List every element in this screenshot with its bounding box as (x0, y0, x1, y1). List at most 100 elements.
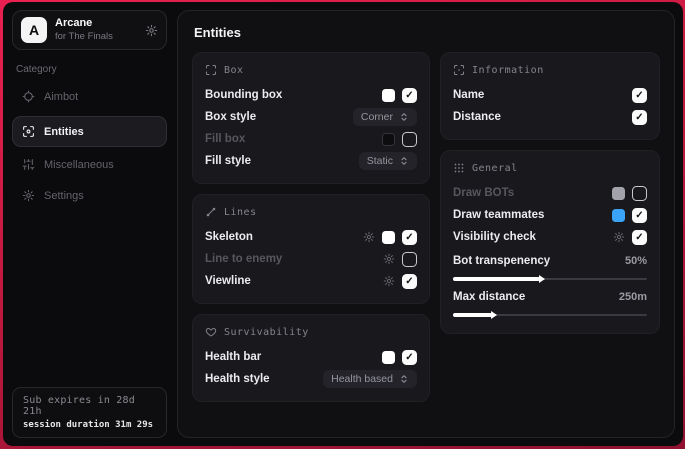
bounding-box-icon (205, 64, 217, 76)
slider-thumb[interactable] (539, 275, 545, 283)
chevrons-up-down-icon (399, 112, 409, 122)
row-settings-gear-icon[interactable] (383, 253, 395, 265)
gear-icon (22, 189, 35, 202)
app-frame: A Arcane for The Finals Category (0, 0, 685, 449)
dropdown-value: Corner (361, 111, 393, 123)
color-swatch[interactable] (612, 209, 625, 222)
card-information: Information Name Distance (440, 52, 660, 140)
chevrons-up-down-icon (399, 156, 409, 166)
setting-row: Bounding box (205, 84, 417, 106)
sidebar-item-entities[interactable]: Entities (12, 116, 167, 147)
setting-row: Line to enemy (205, 248, 417, 270)
card-title: Box (224, 65, 244, 76)
card-survivability-header: Survivability (205, 326, 417, 338)
sidebar-item-settings[interactable]: Settings (12, 181, 167, 210)
app-subtitle: for The Finals (55, 31, 137, 43)
setting-row: Health bar (205, 346, 417, 368)
setting-label: Fill style (205, 155, 251, 167)
setting-label: Bot transpenency (453, 255, 550, 267)
checkbox[interactable] (632, 208, 647, 223)
setting-label: Max distance (453, 291, 525, 303)
checkbox[interactable] (402, 230, 417, 245)
card-box: Box Bounding box Box style (192, 52, 430, 184)
setting-label: Health bar (205, 351, 261, 363)
checkbox[interactable] (402, 252, 417, 267)
checkbox[interactable] (402, 274, 417, 289)
checkbox[interactable] (632, 110, 647, 125)
setting-label: Bounding box (205, 89, 282, 101)
color-swatch[interactable] (382, 133, 395, 146)
avatar: A (21, 17, 47, 43)
color-swatch[interactable] (382, 89, 395, 102)
sidebar-item-label: Aimbot (44, 91, 78, 103)
setting-row: Fill box (205, 128, 417, 150)
crosshair-icon (22, 90, 35, 103)
sidebar: A Arcane for The Finals Category (3, 2, 173, 446)
chevrons-up-down-icon (399, 374, 409, 384)
checkbox[interactable] (632, 88, 647, 103)
card-general: General Draw BOTs Draw teammates (440, 150, 660, 334)
row-settings-gear-icon[interactable] (363, 231, 375, 243)
diagonal-line-icon (205, 206, 217, 218)
card-lines: Lines Skeleton (192, 194, 430, 304)
setting-label: Health style (205, 373, 270, 385)
dropdown-value: Static (367, 155, 393, 167)
card-title: Lines (224, 207, 257, 218)
checkbox[interactable] (632, 230, 647, 245)
dropdown-value: Health based (331, 373, 393, 385)
card-lines-header: Lines (205, 206, 417, 218)
category-label: Category (16, 64, 163, 75)
setting-label: Name (453, 89, 484, 101)
row-settings-gear-icon[interactable] (613, 231, 625, 243)
color-swatch[interactable] (382, 351, 395, 364)
card-title: General (472, 163, 518, 174)
checkbox[interactable] (402, 88, 417, 103)
sub-expires-text: Sub expires in 28d 21h (23, 395, 156, 417)
card-general-header: General (453, 162, 647, 174)
subscription-info-card: Sub expires in 28d 21h session duration … (12, 387, 167, 438)
scan-info-icon (453, 64, 465, 76)
slider-thumb[interactable] (491, 311, 497, 319)
sidebar-item-label: Settings (44, 190, 84, 202)
checkbox[interactable] (402, 350, 417, 365)
setting-label: Skeleton (205, 231, 253, 243)
main-panel: Entities Box (177, 10, 675, 438)
bot-transparency-slider[interactable] (453, 278, 647, 280)
row-settings-gear-icon[interactable] (383, 275, 395, 287)
setting-row: Distance (453, 106, 647, 128)
card-title: Survivability (224, 327, 309, 338)
setting-label: Box style (205, 111, 256, 123)
profile-card: A Arcane for The Finals (12, 10, 167, 50)
card-information-header: Information (453, 64, 647, 76)
slider-group: Max distance 250m (453, 286, 647, 316)
setting-row: Viewline (205, 270, 417, 292)
profile-meta: Arcane for The Finals (55, 17, 137, 43)
card-title: Information (472, 65, 544, 76)
slider-value: 250m (619, 291, 647, 303)
setting-row: Box style Corner (205, 106, 417, 128)
setting-row: Fill style Static (205, 150, 417, 172)
sync-gear-icon[interactable] (145, 24, 158, 37)
setting-label: Fill box (205, 133, 245, 145)
setting-label: Distance (453, 111, 501, 123)
left-column: Box Bounding box Box style (192, 52, 430, 412)
sidebar-item-aimbot[interactable]: Aimbot (12, 82, 167, 111)
right-column: Information Name Distance (440, 52, 660, 344)
sidebar-item-miscellaneous[interactable]: Miscellaneous (12, 150, 167, 179)
setting-row: Draw BOTs (453, 182, 647, 204)
setting-label: Viewline (205, 275, 251, 287)
box-style-dropdown[interactable]: Corner (353, 108, 417, 126)
checkbox[interactable] (632, 186, 647, 201)
slider-group: Bot transpenency 50% (453, 250, 647, 280)
max-distance-slider[interactable] (453, 314, 647, 316)
setting-row: Health style Health based (205, 368, 417, 390)
color-swatch[interactable] (612, 187, 625, 200)
setting-row: Name (453, 84, 647, 106)
health-style-dropdown[interactable]: Health based (323, 370, 417, 388)
setting-label: Draw BOTs (453, 187, 514, 199)
scan-eye-icon (22, 125, 35, 138)
color-swatch[interactable] (382, 231, 395, 244)
card-box-header: Box (205, 64, 417, 76)
checkbox[interactable] (402, 132, 417, 147)
fill-style-dropdown[interactable]: Static (359, 152, 417, 170)
